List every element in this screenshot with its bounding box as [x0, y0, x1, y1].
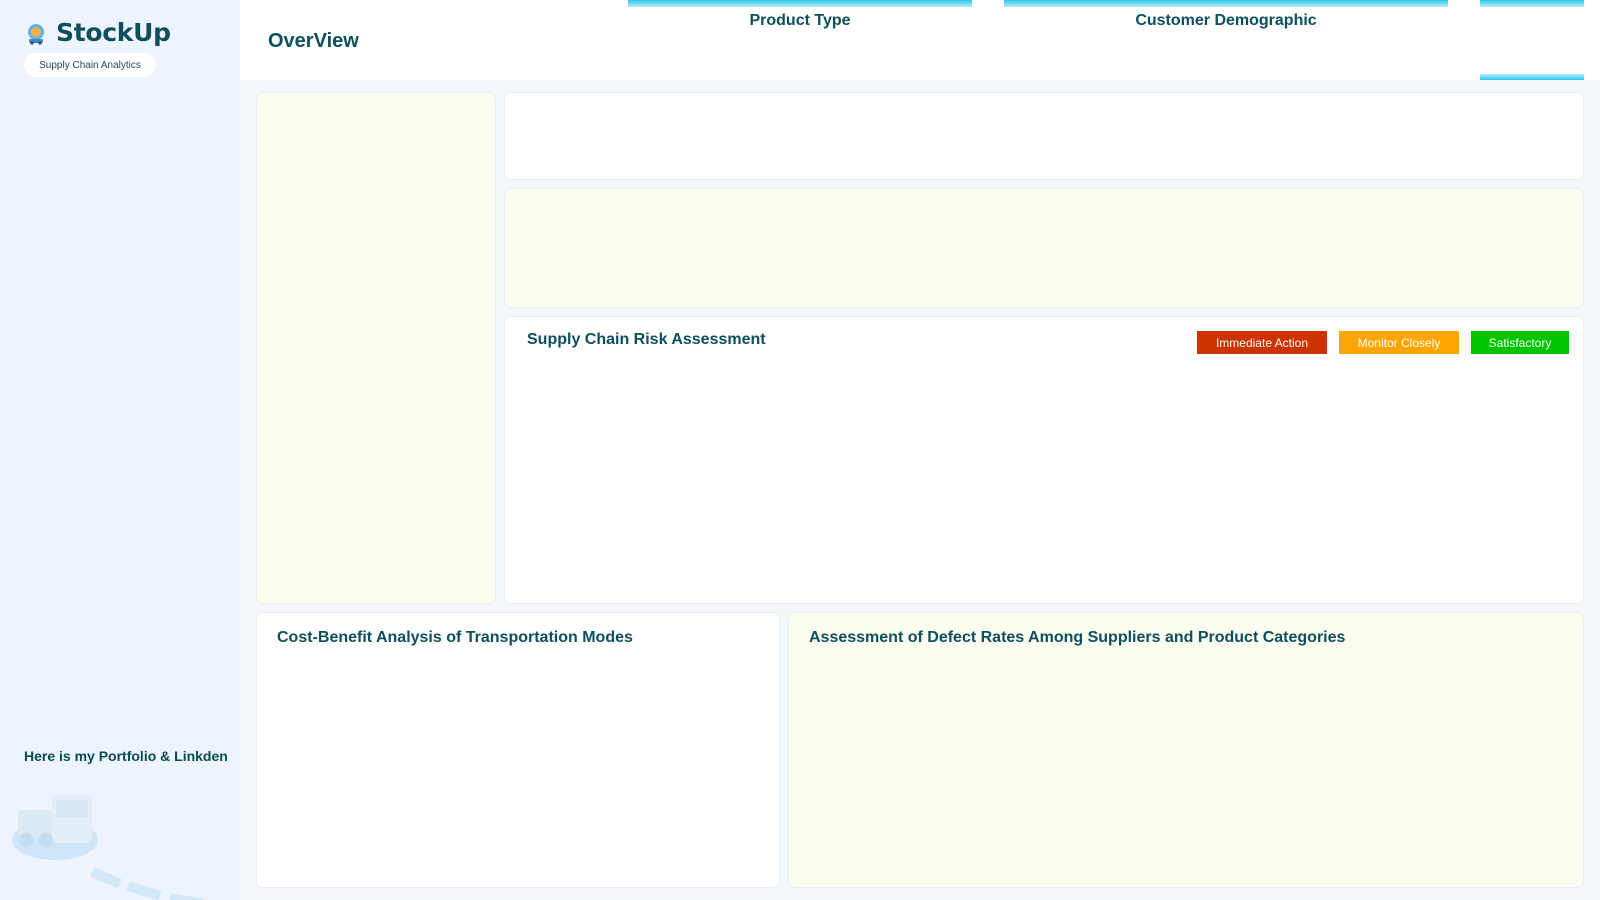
defect-rate-card: Assessment of Defect Rates Among Supplie…	[788, 612, 1584, 888]
risk-card-title: Supply Chain Risk Assessment	[527, 331, 766, 348]
legend-monitor-closely: Monitor Closely	[1339, 331, 1459, 354]
third-filter-bar[interactable]	[1480, 0, 1584, 7]
middle-summary-card	[504, 188, 1584, 308]
risk-legend: Immediate Action Monitor Closely Satisfa…	[1197, 331, 1569, 354]
customer-demographic-filter-bar[interactable]	[1004, 0, 1448, 7]
portfolio-linkedin-link[interactable]: Here is my Portfolio & Linkden	[24, 748, 228, 764]
product-type-filter-bar[interactable]	[628, 0, 972, 7]
brand-subtitle-badge: Supply Chain Analytics	[24, 53, 156, 77]
stockup-logo-icon	[28, 23, 44, 45]
cost-benefit-title: Cost-Benefit Analysis of Transportation …	[277, 629, 633, 646]
page-title: OverView	[268, 30, 359, 52]
left-kpi-panel	[256, 92, 496, 604]
product-type-filter-label[interactable]: Product Type	[628, 12, 972, 30]
brand-name: StockUp	[56, 18, 171, 47]
forklift-illustration-icon	[12, 795, 206, 900]
top-header: OverView Product Type Customer Demograph…	[240, 0, 1600, 80]
legend-satisfactory: Satisfactory	[1471, 331, 1569, 354]
cost-benefit-card: Cost-Benefit Analysis of Transportation …	[256, 612, 780, 888]
defect-rate-title: Assessment of Defect Rates Among Supplie…	[809, 629, 1346, 646]
supply-chain-risk-card: Supply Chain Risk Assessment Immediate A…	[504, 316, 1584, 604]
legend-immediate-action: Immediate Action	[1197, 331, 1327, 354]
third-filter-bottom-bar	[1480, 74, 1584, 80]
brand[interactable]: StockUp	[24, 18, 171, 47]
sidebar: StockUp Supply Chain Analytics Here is m…	[0, 0, 240, 900]
customer-demographic-filter-label[interactable]: Customer Demographic	[1004, 12, 1448, 30]
top-summary-card	[504, 92, 1584, 180]
